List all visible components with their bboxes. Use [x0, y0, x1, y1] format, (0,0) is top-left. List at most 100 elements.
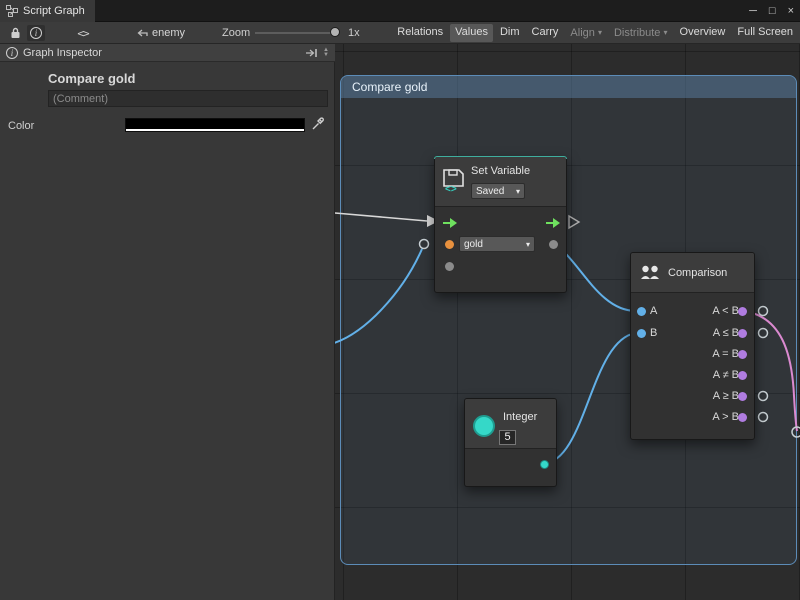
maximize-button[interactable]: □: [769, 5, 776, 17]
port-circle[interactable]: [759, 329, 768, 338]
flow-out-target-triangle[interactable]: [569, 216, 579, 228]
lock-button[interactable]: [6, 25, 24, 41]
node-comparison[interactable]: Comparison A A < B B A ≤ B A = B A ≠ B A…: [630, 252, 755, 440]
chevron-down-icon: ▾: [664, 28, 668, 37]
values-button[interactable]: Values: [450, 24, 493, 42]
svg-text:<>: <>: [445, 184, 457, 193]
minimize-button[interactable]: ─: [749, 5, 757, 17]
code-icon: <>: [77, 27, 88, 40]
info-icon: i: [30, 27, 42, 39]
node-integer[interactable]: Integer 5: [464, 398, 557, 487]
input-a-label: A: [650, 305, 657, 317]
comparison-row: B A ≤ B: [631, 324, 756, 344]
graph-inspector-panel: i Graph Inspector ▲ ▼ Compare gold Color: [0, 44, 335, 600]
input-a-port[interactable]: [637, 307, 646, 316]
connection-flow-in[interactable]: [335, 213, 427, 221]
align-button[interactable]: Align ▾: [565, 24, 607, 42]
comparison-row: A A < B: [631, 302, 756, 322]
distribute-button[interactable]: Distribute ▾: [609, 24, 673, 42]
port-circle[interactable]: [759, 413, 768, 422]
breadcrumb-graph-name[interactable]: enemy: [152, 27, 185, 39]
chevron-down-icon: ▾: [516, 187, 520, 196]
integer-header[interactable]: Integer 5: [465, 399, 556, 449]
dim-button[interactable]: Dim: [495, 24, 525, 42]
comparison-row: A ≠ B: [631, 366, 756, 386]
node-set-variable[interactable]: <> Set Variable Saved ▾ gold ▾: [434, 156, 567, 293]
scroll-down-icon: ▼: [323, 53, 329, 58]
input-b-label: B: [650, 327, 657, 339]
output-label: A = B: [712, 348, 739, 360]
lock-icon: [10, 27, 21, 39]
output-a-neq-b-port[interactable]: [738, 371, 747, 380]
value-output-port[interactable]: [549, 240, 558, 249]
close-button[interactable]: ×: [788, 5, 794, 17]
comparison-title: Comparison: [668, 267, 727, 279]
connection-value-gold-in[interactable]: [335, 249, 422, 344]
info-icon: i: [6, 47, 18, 59]
title-bar: Script Graph ─ □ ×: [0, 0, 800, 22]
comparison-header[interactable]: Comparison: [631, 253, 754, 293]
set-variable-header[interactable]: <> Set Variable Saved ▾: [435, 157, 566, 207]
inspector-toggle-button[interactable]: i: [27, 25, 45, 41]
variable-name-dropdown[interactable]: gold ▾: [459, 236, 535, 252]
integer-output-port[interactable]: [540, 460, 549, 469]
output-a-gte-b-port[interactable]: [738, 392, 747, 401]
color-alpha-bar: [126, 129, 304, 131]
script-graph-icon: [6, 5, 18, 17]
flow-in-port[interactable]: [443, 218, 457, 228]
zoom-value: 1x: [348, 27, 360, 39]
color-label: Color: [8, 120, 34, 132]
zoom-label: Zoom: [222, 27, 250, 39]
comparison-row: A = B: [631, 345, 756, 365]
output-label: A > B: [712, 411, 739, 423]
toolbar-button-group: Relations Values Dim Carry Align ▾ Distr…: [392, 24, 798, 42]
color-swatch[interactable]: [125, 118, 305, 132]
carry-button[interactable]: Carry: [527, 24, 564, 42]
output-a-lt-b-port[interactable]: [738, 307, 747, 316]
eyedropper-icon[interactable]: [311, 116, 325, 131]
breadcrumb-root-icon[interactable]: [136, 28, 148, 41]
relations-button[interactable]: Relations: [392, 24, 448, 42]
comment-input[interactable]: [48, 90, 328, 107]
inspector-header-title: Graph Inspector: [23, 47, 102, 59]
variable-kind-dropdown[interactable]: Saved ▾: [471, 183, 525, 199]
integer-value-field[interactable]: 5: [499, 430, 516, 445]
port-circle[interactable]: [759, 307, 768, 316]
output-a-eq-b-port[interactable]: [738, 350, 747, 359]
output-label: A < B: [712, 305, 739, 317]
edit-script-button[interactable]: <>: [74, 25, 92, 41]
output-label: A ≤ B: [713, 327, 739, 339]
flow-out-port[interactable]: [546, 218, 560, 228]
zoom-slider-handle[interactable]: [330, 27, 340, 37]
output-label: A ≠ B: [713, 369, 739, 381]
dock-panel-icon[interactable]: [305, 48, 318, 58]
panel-scroll-arrows[interactable]: ▲ ▼: [323, 48, 329, 58]
output-label: A ≥ B: [713, 390, 739, 402]
integer-icon: [473, 415, 495, 437]
wire-endpoint-circle[interactable]: [420, 240, 429, 249]
window-controls: ─ □ ×: [749, 0, 794, 22]
fallback-input-port[interactable]: [445, 262, 454, 271]
chevron-down-icon: ▾: [598, 28, 602, 37]
tab-title: Script Graph: [23, 5, 85, 17]
comparison-icon: [639, 263, 661, 283]
input-b-port[interactable]: [637, 329, 646, 338]
set-variable-title: Set Variable: [471, 165, 530, 177]
chevron-down-icon: ▾: [526, 240, 530, 249]
graph-toolbar: i <> enemy Zoom 1x Relations Values Dim …: [0, 22, 800, 44]
output-a-gt-b-port[interactable]: [738, 413, 747, 422]
overview-button[interactable]: Overview: [675, 24, 731, 42]
variable-input-port[interactable]: [445, 240, 454, 249]
comparison-row: A ≥ B: [631, 387, 756, 407]
port-circle[interactable]: [759, 392, 768, 401]
graph-title: Compare gold: [48, 71, 135, 86]
integer-title: Integer: [503, 411, 537, 423]
output-a-lte-b-port[interactable]: [738, 329, 747, 338]
fullscreen-button[interactable]: Full Screen: [732, 24, 798, 42]
inspector-header: i Graph Inspector ▲ ▼: [0, 44, 335, 62]
save-variable-icon: <>: [442, 167, 466, 193]
script-graph-tab[interactable]: Script Graph: [0, 0, 95, 22]
zoom-slider[interactable]: [255, 32, 338, 34]
graph-canvas[interactable]: Compare gold <> Set Va: [335, 44, 800, 600]
comparison-row: A > B: [631, 408, 756, 428]
